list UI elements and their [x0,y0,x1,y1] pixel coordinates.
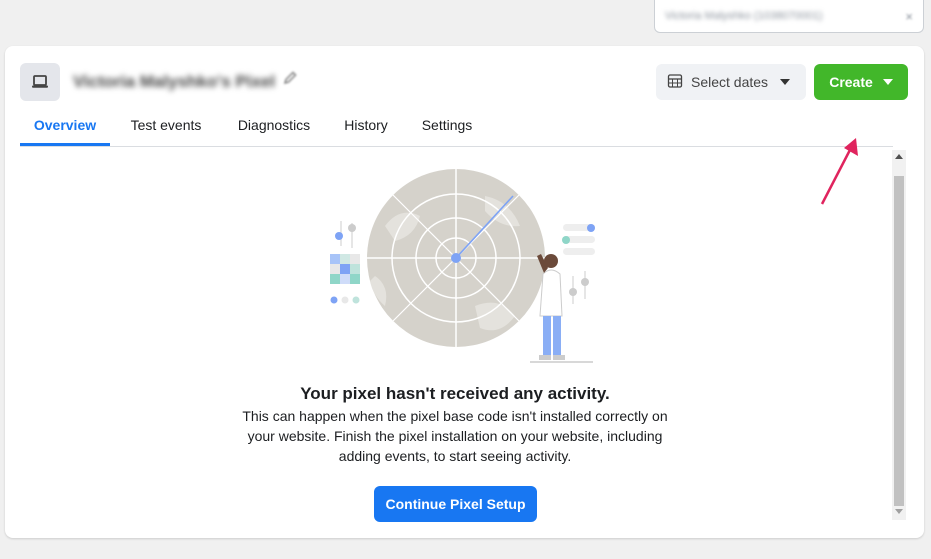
scroll-down-arrow[interactable] [895,509,903,514]
scrollbar[interactable] [892,150,906,520]
close-icon[interactable]: × [905,9,913,24]
laptop-icon [20,63,60,101]
tab-settings[interactable]: Settings [406,108,488,146]
select-dates-label: Select dates [691,74,769,90]
annotation-arrow-icon [820,138,858,205]
select-dates-button[interactable]: Select dates [656,64,806,100]
tab-test-events[interactable]: Test events [110,108,222,146]
account-selector[interactable]: Victoria Malyshko (1038070001) × [654,0,924,33]
calendar-icon [667,73,683,92]
create-button[interactable]: Create [814,64,908,100]
pixel-name: Victoria Malyshko's Pixel [73,72,276,91]
account-selector-label: Victoria Malyshko (1038070001) [665,10,823,22]
pencil-icon[interactable] [282,70,298,91]
chevron-down-icon [780,79,791,85]
continue-pixel-setup-button[interactable]: Continue Pixel Setup [374,486,537,522]
chevron-down-icon [882,79,893,85]
radar-illustration [330,169,595,363]
pixel-overview-card: Victoria Malyshko's Pixel Select dates C… [5,46,924,538]
tab-bar: Overview Test events Diagnostics History… [20,108,488,146]
tab-overview[interactable]: Overview [20,108,110,146]
empty-state-title: Your pixel hasn't received any activity. [300,384,610,403]
create-label: Create [829,74,873,90]
scroll-up-arrow[interactable] [895,154,903,159]
tab-divider [20,146,893,147]
scrollbar-thumb[interactable] [894,176,904,506]
tab-diagnostics[interactable]: Diagnostics [222,108,326,146]
empty-state-description: This can happen when the pixel base code… [242,408,668,464]
tab-history[interactable]: History [326,108,406,146]
